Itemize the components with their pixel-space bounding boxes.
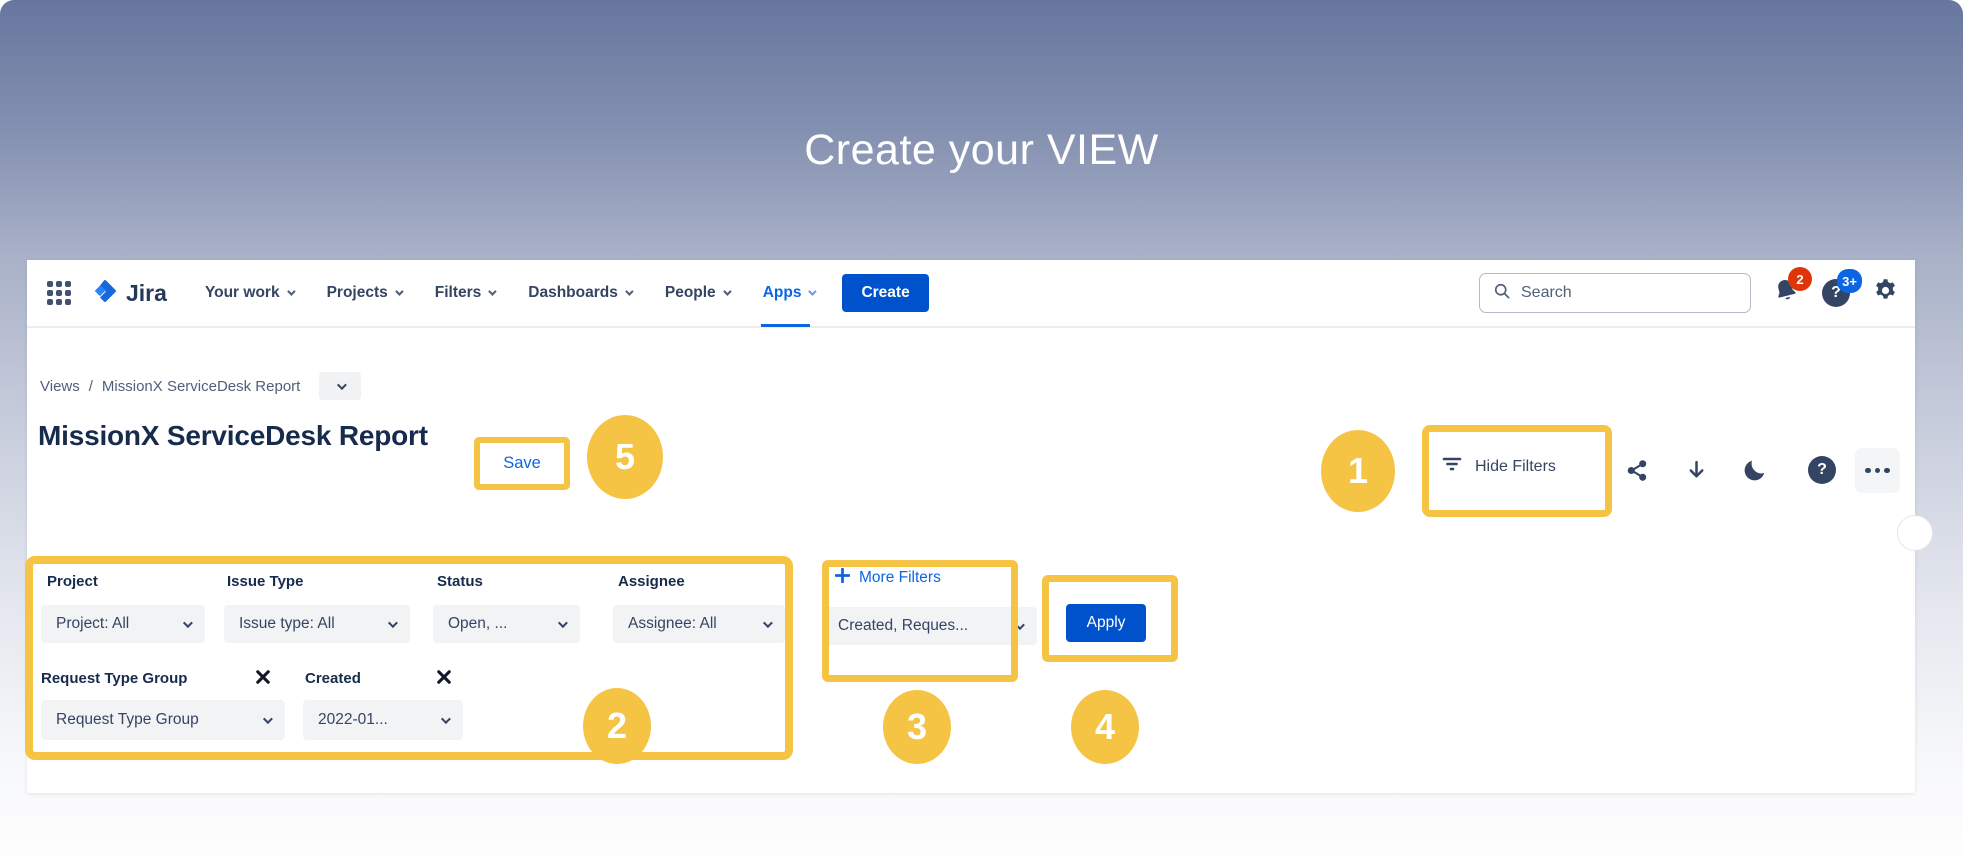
navbar-right: 2 ? 3+ — [1479, 273, 1899, 313]
panel-toggle-notch[interactable] — [1897, 515, 1933, 551]
assignee-dropdown[interactable]: Assignee: All — [613, 605, 785, 643]
nav-item-projects[interactable]: Projects — [327, 281, 401, 305]
search-input[interactable] — [1521, 284, 1738, 302]
help-button[interactable]: ? 3+ — [1822, 279, 1850, 307]
chevron-down-icon — [809, 287, 817, 295]
chevron-down-icon — [337, 380, 347, 390]
notifications-button[interactable]: 2 — [1773, 277, 1800, 309]
close-icon — [439, 672, 450, 683]
filter-label-status: Status — [437, 573, 483, 590]
apply-button[interactable]: Apply — [1066, 604, 1146, 642]
hide-filters-button[interactable]: Hide Filters — [1440, 452, 1556, 481]
hide-filters-label: Hide Filters — [1475, 458, 1556, 476]
more-options-button[interactable] — [1855, 448, 1900, 493]
filter-label-created: Created — [305, 670, 361, 687]
notification-count-badge: 2 — [1788, 267, 1812, 291]
filter-label-request-type-group: Request Type Group — [41, 670, 187, 687]
chevron-down-icon — [1015, 620, 1025, 630]
nav-item-apps[interactable]: Apps — [763, 281, 815, 305]
chevron-down-icon — [625, 287, 633, 295]
breadcrumb-separator: / — [89, 378, 93, 395]
status-dropdown[interactable]: Open, ... — [433, 605, 580, 643]
create-button[interactable]: Create — [842, 274, 928, 312]
chevron-down-icon — [388, 618, 398, 628]
annotation-circle-1: 1 — [1321, 430, 1395, 512]
chevron-down-icon — [287, 287, 295, 295]
help-count-badge: 3+ — [1837, 269, 1862, 293]
page-title: MissionX ServiceDesk Report — [38, 420, 428, 452]
filter-label-issue-type: Issue Type — [227, 573, 303, 590]
annotation-circle-2: 2 — [583, 688, 651, 764]
remove-request-type-group-filter[interactable] — [253, 667, 273, 687]
nav-item-dashboards[interactable]: Dashboards — [528, 281, 631, 305]
chevron-down-icon — [441, 714, 451, 724]
chevron-down-icon — [488, 287, 496, 295]
help-circle-button[interactable]: ? — [1803, 451, 1841, 489]
share-button[interactable] — [1618, 451, 1656, 489]
download-button[interactable] — [1677, 451, 1715, 489]
annotation-circle-3: 3 — [883, 690, 951, 764]
top-navbar: Jira Your work Projects Filters Dashboar… — [27, 260, 1915, 328]
filter-label-project: Project — [47, 573, 98, 590]
breadcrumb-views-link[interactable]: Views — [40, 378, 80, 395]
jira-logo-text: Jira — [126, 280, 167, 307]
main-nav: Your work Projects Filters Dashboards Pe… — [205, 281, 815, 305]
project-dropdown[interactable]: Project: All — [41, 605, 205, 643]
save-button[interactable]: Save — [503, 454, 541, 473]
filter-icon — [1440, 452, 1464, 481]
nav-item-people[interactable]: People — [665, 281, 729, 305]
search-box[interactable] — [1479, 273, 1751, 313]
jira-app-window: Jira Your work Projects Filters Dashboar… — [27, 260, 1915, 793]
annotation-circle-4: 4 — [1071, 690, 1139, 764]
filter-label-assignee: Assignee — [618, 573, 685, 590]
tutorial-slide: Create your VIEW Jira Your work — [0, 0, 1963, 863]
nav-item-filters[interactable]: Filters — [435, 281, 495, 305]
slide-title: Create your VIEW — [0, 126, 1963, 175]
settings-gear-icon[interactable] — [1872, 277, 1899, 309]
chevron-down-icon — [263, 714, 273, 724]
more-filters-button[interactable]: More Filters — [835, 568, 941, 588]
chevron-down-icon — [395, 287, 403, 295]
chevron-down-icon — [763, 618, 773, 628]
chevron-down-icon — [183, 618, 193, 628]
close-icon — [258, 672, 269, 683]
issue-type-dropdown[interactable]: Issue type: All — [224, 605, 410, 643]
breadcrumb-current[interactable]: MissionX ServiceDesk Report — [102, 378, 300, 395]
remove-created-filter[interactable] — [434, 667, 454, 687]
chevron-down-icon — [558, 618, 568, 628]
dark-mode-moon-button[interactable] — [1736, 451, 1774, 489]
nav-item-your-work[interactable]: Your work — [205, 281, 293, 305]
view-menu-button[interactable] — [319, 372, 361, 400]
created-date-dropdown[interactable]: 2022-01... — [303, 700, 463, 740]
jira-logo[interactable]: Jira — [91, 277, 167, 310]
annotation-circle-5: 5 — [587, 415, 663, 499]
breadcrumb: Views / MissionX ServiceDesk Report — [40, 372, 361, 400]
chevron-down-icon — [723, 287, 731, 295]
plus-icon — [835, 568, 850, 588]
search-icon — [1492, 281, 1512, 306]
app-switcher-icon[interactable] — [47, 281, 71, 305]
help-icon: ? — [1808, 456, 1836, 484]
combined-filters-dropdown[interactable]: Created, Reques... — [823, 607, 1037, 645]
jira-logo-icon — [91, 277, 119, 310]
request-type-group-dropdown[interactable]: Request Type Group — [41, 700, 285, 740]
